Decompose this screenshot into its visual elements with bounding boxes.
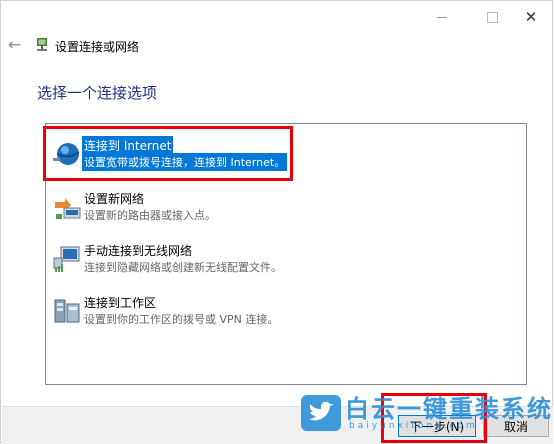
new-network-icon xyxy=(55,198,81,219)
workplace-icon xyxy=(54,299,80,323)
option-new-network[interactable]: 设置新网络 设置新的路由器或接入点。 xyxy=(49,184,523,232)
option-title: 连接到工作区 xyxy=(84,296,157,310)
network-setup-icon xyxy=(37,38,47,51)
close-icon: ✕ xyxy=(524,8,538,26)
close-button[interactable]: ✕ xyxy=(508,5,554,29)
wireless-network-icon xyxy=(53,246,80,272)
option-description: 连接到隐藏网络或创建新无线配置文件。 xyxy=(84,261,282,274)
page-heading: 选择一个连接选项 xyxy=(37,84,158,102)
minimize-button[interactable] xyxy=(419,5,465,29)
option-description: 设置新的路由器或接入点。 xyxy=(84,209,216,222)
window-title: 设置连接或网络 xyxy=(55,40,140,54)
option-connect-workplace[interactable]: 连接到工作区 设置到你的工作区的拨号或 VPN 连接。 xyxy=(49,288,523,336)
option-title: 设置新网络 xyxy=(84,192,145,206)
watermark-url: baiyunxitong.com xyxy=(349,421,478,431)
back-arrow-icon[interactable]: ← xyxy=(8,35,21,54)
option-title: 手动连接到无线网络 xyxy=(84,244,193,258)
highlight-box-option xyxy=(43,126,293,181)
option-manual-wireless[interactable]: 手动连接到无线网络 连接到隐藏网络或创建新无线配置文件。 xyxy=(49,236,523,284)
watermark-name: 白云一键重装系统 xyxy=(345,395,553,423)
maximize-icon xyxy=(486,11,498,23)
minimize-icon xyxy=(437,16,447,18)
dialog-window: ✕ ← 设置连接或网络 选择一个连接选项 连接到 Internet 设置宽带或拨… xyxy=(0,0,554,444)
watermark: 白云一键重装系统 baiyunxitong.com xyxy=(301,387,551,437)
twitter-bird-icon xyxy=(301,395,341,431)
option-description: 设置到你的工作区的拨号或 VPN 连接。 xyxy=(84,313,279,326)
